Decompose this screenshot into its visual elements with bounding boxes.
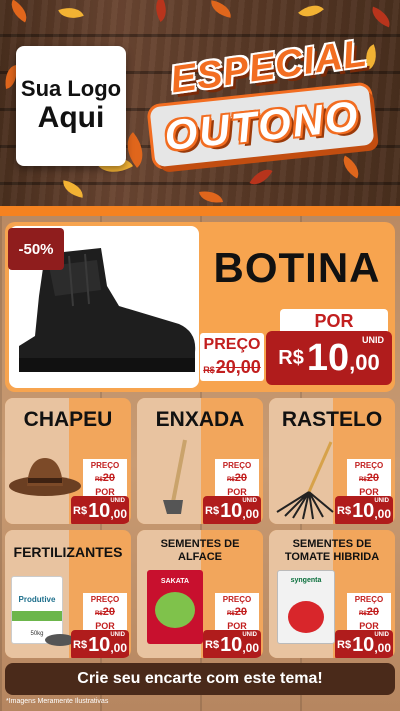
hero-por-label: POR [280,309,388,333]
old-price: R$ 20 [83,472,127,485]
price-tag: UNID R$ 10 ,00 [71,630,129,658]
price-int: 10 [352,633,375,656]
price-tag: UNID R$ 10 ,00 [335,496,393,524]
hero-unid-label: UNID [362,335,384,345]
preco-label: PREÇO [83,593,127,606]
old-price: R$ 20 [347,472,391,485]
old-price: R$ 20 [215,472,259,485]
price-dec: ,00 [374,507,391,521]
price-dec: ,00 [242,641,259,655]
preco-label: PREÇO [83,459,127,472]
unid-label: UNID [242,632,257,638]
price-dec: ,00 [110,507,127,521]
old-currency: R$ [359,477,367,483]
product-card-sementes-alface: SEMENTES DE ALFACE SAKATA PREÇO R$ 20 POR… [137,530,263,658]
package-label: Produtive [18,595,56,604]
preco-label: PREÇO [215,459,259,472]
unid-label: UNID [110,632,125,638]
old-price: R$ 20 [83,606,127,619]
price-tag: UNID R$ 10 ,00 [71,496,129,524]
product-name: CHAPEU [23,408,113,431]
old-price: R$ 20 [347,606,391,619]
package-label: syngenta [290,577,322,584]
old-value: 20 [102,472,115,484]
old-currency: R$ [95,477,103,483]
unid-label: UNID [110,498,125,504]
product-card-fertilizantes: FERTILIZANTES Produtive 50kg PREÇO R$ 20 … [5,530,131,658]
product-card-sementes-tomate: SEMENTES DE TOMATE HIBRIDA syngenta PREÇ… [269,530,395,658]
hero-currency: R$ [278,346,304,369]
price-tag: UNID R$ 10 ,00 [203,496,261,524]
old-currency: R$ [227,611,235,617]
header-divider [0,206,400,216]
hoe-icon [163,439,187,514]
product-name: RASTELO [281,408,383,431]
price-dec: ,00 [374,641,391,655]
hero-old-price: R$ 20,00 [200,357,264,381]
preco-label: PREÇO [347,459,391,472]
product-name: SEMENTES DE TOMATE HIBRIDA [284,538,380,564]
old-price: R$ 20 [215,606,259,619]
hero-price-int: 10 [306,336,350,379]
product-card-chapeu: CHAPEU PREÇO R$ 20 POR UNID R$ 10 ,00 [5,398,131,524]
unid-label: UNID [374,632,389,638]
currency: R$ [73,505,88,517]
hero-price-tag: UNID R$ 10 ,00 [266,331,392,385]
product-name: SEMENTES DE ALFACE [160,538,240,564]
unid-label: UNID [242,498,257,504]
price-dec: ,00 [110,641,127,655]
hero-product-name: BOTINA [213,244,381,291]
old-value: 20 [234,606,247,618]
package-stripe [12,611,62,621]
hero-price-dec: ,00 [349,350,380,375]
hat-icon [9,458,81,496]
currency: R$ [205,505,220,517]
discount-badge: -50% [8,228,64,270]
product-name: FERTILIZANTES [13,544,123,560]
old-currency: R$ [227,477,235,483]
currency: R$ [205,639,220,651]
currency: R$ [337,639,352,651]
price-int: 10 [88,499,111,522]
old-value: 20 [102,606,115,618]
seed-packet-tomate: syngenta [277,570,335,644]
header-banner: Sua Logo Aqui ESPECIAL OUTONO [0,0,400,214]
lettuce-icon [155,592,195,628]
logo-line1: Sua Logo [20,75,122,101]
old-value: 20 [366,606,379,618]
price-dec: ,00 [242,507,259,521]
old-currency: R$ [95,611,103,617]
price-int: 10 [220,499,243,522]
currency: R$ [337,505,352,517]
logo-placeholder: Sua Logo Aqui [16,46,126,166]
old-value: 20 [234,472,247,484]
price-int: 10 [88,633,111,656]
tomato-icon [288,601,324,633]
price-tag: UNID R$ 10 ,00 [335,630,393,658]
product-card-rastelo: RASTELO PREÇO R$ 20 POR UNID R$ 10 ,00 [269,398,395,524]
disclaimer-text: *Imagens Meramente Ilustrativas [6,698,109,705]
preco-label: PREÇO [347,593,391,606]
preco-label: PREÇO [215,593,259,606]
unid-label: UNID [374,498,389,504]
currency: R$ [73,639,88,651]
product-name: ENXADA [155,408,245,431]
seed-packet-alface: SAKATA [147,570,203,644]
price-tag: UNID R$ 10 ,00 [203,630,261,658]
old-value: 20 [366,472,379,484]
hero-old-currency: R$ [203,365,215,375]
price-int: 10 [220,633,243,656]
hero-preco-label: PREÇO [200,333,264,357]
price-int: 10 [352,499,375,522]
product-card-enxada: ENXADA PREÇO R$ 20 POR UNID R$ 10 ,00 [137,398,263,524]
old-currency: R$ [359,611,367,617]
cta-banner[interactable]: Crie seu encarte com este tema! [5,663,395,695]
logo-line2: Aqui [37,100,105,134]
package-label: SAKATA [160,578,190,585]
hero-old-value: 20,00 [215,357,261,377]
